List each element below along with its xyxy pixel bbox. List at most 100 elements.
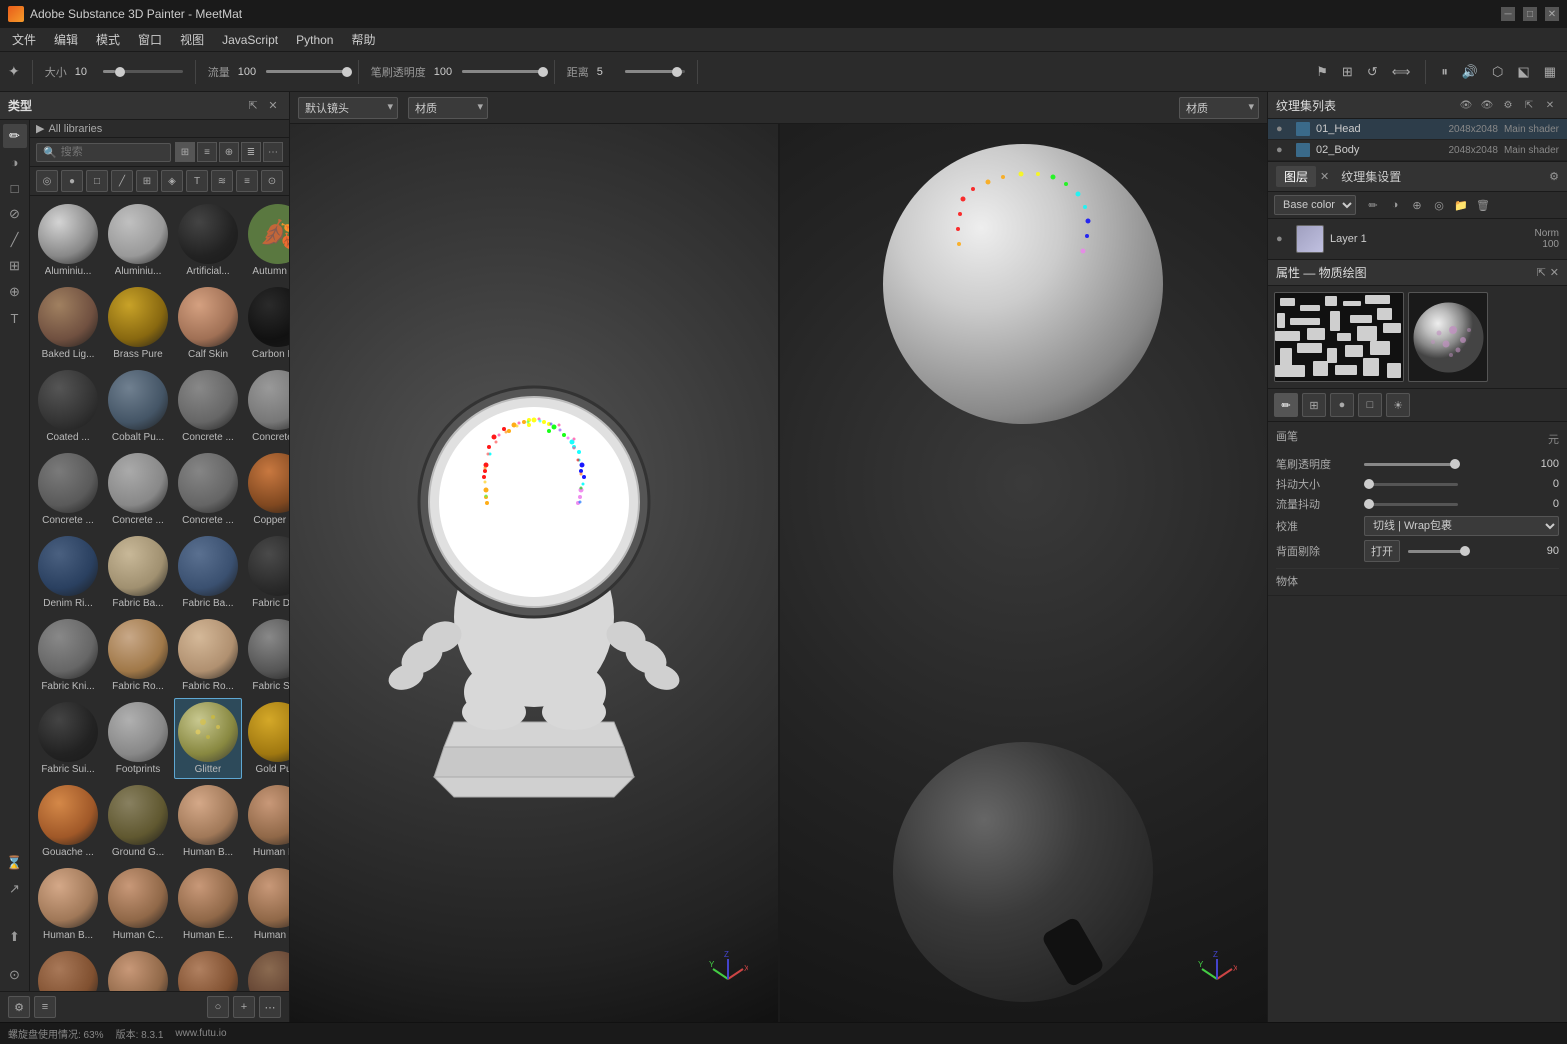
brush-expand-icon[interactable]: 元 [1548, 431, 1559, 447]
material-item-20[interactable]: Fabric Kni... [34, 615, 102, 696]
line-tool-button[interactable]: ╱ [3, 228, 27, 252]
material-item-5[interactable]: Brass Pure [104, 283, 172, 364]
filter-all-button[interactable]: ◎ [36, 170, 58, 192]
material-item-14[interactable]: Concrete ... [174, 449, 242, 530]
props-maximize-button[interactable]: ⇱ [1537, 266, 1546, 279]
texture-close-button[interactable]: ✕ [1541, 96, 1559, 114]
material-item-9[interactable]: Cobalt Pu... [104, 366, 172, 447]
material-item-30[interactable]: Human B... [174, 781, 242, 862]
list-view-button[interactable]: ≡ [197, 142, 217, 162]
texture-settings-button[interactable]: ⚙ [1499, 96, 1517, 114]
tool-star-icon[interactable]: ✦ [8, 63, 20, 80]
layer-brush-icon[interactable]: ✏ [1363, 195, 1383, 215]
filter-sphere-button[interactable]: ● [61, 170, 83, 192]
smudge-tool-button[interactable]: ⊘ [3, 202, 27, 226]
menu-help[interactable]: 帮助 [343, 29, 383, 50]
grid-view-button[interactable]: ⊞ [175, 142, 195, 162]
layer-select-icon[interactable]: ◎ [1429, 195, 1449, 215]
eraser-tool-button[interactable]: ◑ [3, 150, 27, 174]
render-icon[interactable]: ▦ [1544, 64, 1556, 80]
culling-toggle[interactable]: 打开 [1364, 540, 1400, 562]
clamp-dropdown[interactable]: 切线 | Wrap包裹 [1364, 516, 1559, 536]
material-item-4[interactable]: Baked Lig... [34, 283, 102, 364]
pen-opacity-slider[interactable] [462, 70, 542, 73]
shape-tool-button[interactable]: □ [3, 176, 27, 200]
layer-settings-button[interactable]: ⚙ [1549, 170, 1559, 183]
props-brush-icon[interactable]: ✏ [1274, 393, 1298, 417]
material-item-24[interactable]: Fabric Sui... [34, 698, 102, 779]
material-item-7[interactable]: Carbon Fi... [244, 283, 289, 364]
material-item-35[interactable]: Human F... [244, 864, 289, 945]
material-item-12[interactable]: Concrete ... [34, 449, 102, 530]
env-icon[interactable]: ⬕ [1517, 64, 1529, 80]
list-bottom-button[interactable]: ≡ [34, 996, 56, 1018]
menu-python[interactable]: Python [288, 31, 341, 49]
more-button[interactable]: ⋯ [263, 142, 283, 162]
text-tool-button[interactable]: T [3, 306, 27, 330]
material-item-11[interactable]: Concrete ... [244, 366, 289, 447]
3d-icon[interactable]: ⬡ [1492, 64, 1503, 80]
menu-mode[interactable]: 模式 [88, 29, 128, 50]
material-item-16[interactable]: Denim Ri... [34, 532, 102, 613]
material-item-18[interactable]: Fabric Ba... [174, 532, 242, 613]
material-item-0[interactable]: Aluminiu... [34, 200, 102, 281]
filter-pattern-button[interactable]: ⊞ [136, 170, 158, 192]
flow-jitter-slider[interactable] [1364, 503, 1458, 506]
search-input[interactable] [61, 146, 164, 158]
material-item-28[interactable]: Gouache ... [34, 781, 102, 862]
material-item-15[interactable]: Copper P... [244, 449, 289, 530]
filter-light-button[interactable]: T [186, 170, 208, 192]
material-item-17[interactable]: Fabric Ba... [104, 532, 172, 613]
material-item-21[interactable]: Fabric Ro... [104, 615, 172, 696]
filter-env-button[interactable]: ≡ [236, 170, 258, 192]
texture-row-0[interactable]: ● 01_Head 2048x2048 Main shader [1268, 119, 1567, 140]
material-item-3[interactable]: 🍂Autumn L... [244, 200, 289, 281]
filter-extra-button[interactable]: ⊙ [261, 170, 283, 192]
props-close-button[interactable]: ✕ [1550, 266, 1559, 279]
menu-view[interactable]: 视图 [172, 29, 212, 50]
paint-tool-button[interactable]: ✏ [3, 124, 27, 148]
props-sphere-icon[interactable]: ● [1330, 393, 1354, 417]
material-item-2[interactable]: Artificial... [174, 200, 242, 281]
breadcrumb-all-libraries[interactable]: All libraries [48, 123, 102, 135]
pattern-tool-button[interactable]: ⊞ [3, 254, 27, 278]
add-bottom-button[interactable]: + [233, 996, 255, 1018]
material-item-25[interactable]: Footprints [104, 698, 172, 779]
material-item-31[interactable]: Human B... [244, 781, 289, 862]
layer-tab[interactable]: 图层 [1276, 166, 1316, 187]
material-item-22[interactable]: Fabric Ro... [174, 615, 242, 696]
right-viewport[interactable]: X Y Z [780, 124, 1268, 1022]
material-item-39[interactable]: Human H... [244, 947, 289, 991]
material-item-19[interactable]: Fabric De... [244, 532, 289, 613]
layer-tab-close-button[interactable]: ✕ [1320, 170, 1329, 183]
filter-box-button[interactable]: □ [86, 170, 108, 192]
filter-material-button[interactable]: ◈ [161, 170, 183, 192]
props-sun-icon[interactable]: ☀ [1386, 393, 1410, 417]
layer-paint-icon[interactable]: ⊕ [1407, 195, 1427, 215]
more-bottom-button[interactable]: ⋯ [259, 996, 281, 1018]
filter-button[interactable]: ⊕ [219, 142, 239, 162]
menu-javascript[interactable]: JavaScript [214, 31, 286, 49]
menu-edit[interactable]: 编辑 [46, 29, 86, 50]
texture-popout-button[interactable]: ⇱ [1520, 96, 1538, 114]
texture-eye-button[interactable]: 👁 [1457, 96, 1475, 114]
material-item-13[interactable]: Concrete ... [104, 449, 172, 530]
material-item-26[interactable]: Glitter [174, 698, 242, 779]
props-square-icon[interactable]: □ [1358, 393, 1382, 417]
menu-file[interactable]: 文件 [4, 29, 44, 50]
distance-slider[interactable] [625, 70, 685, 73]
jitter-slider[interactable] [1364, 483, 1458, 486]
culling-slider[interactable] [1408, 550, 1468, 553]
import-button[interactable]: ⬆ [3, 925, 27, 949]
texture-settings-tab[interactable]: 纹理集设置 [1333, 166, 1409, 187]
rotate-icon[interactable]: ↺ [1367, 64, 1378, 80]
layer-eraser-icon[interactable]: ◑ [1385, 195, 1405, 215]
texture-row-1[interactable]: ● 02_Body 2048x2048 Main shader [1268, 140, 1567, 161]
mirror-icon[interactable]: ⟺ [1392, 64, 1411, 80]
select-button[interactable]: ↗ [3, 877, 27, 901]
material-item-8[interactable]: Coated ... [34, 366, 102, 447]
texture-eye2-button[interactable]: 👁 [1478, 96, 1496, 114]
layer-visibility-0[interactable]: ● [1276, 233, 1290, 245]
minimize-button[interactable]: ─ [1501, 7, 1515, 21]
layer-folder-icon[interactable]: 📁 [1451, 195, 1471, 215]
